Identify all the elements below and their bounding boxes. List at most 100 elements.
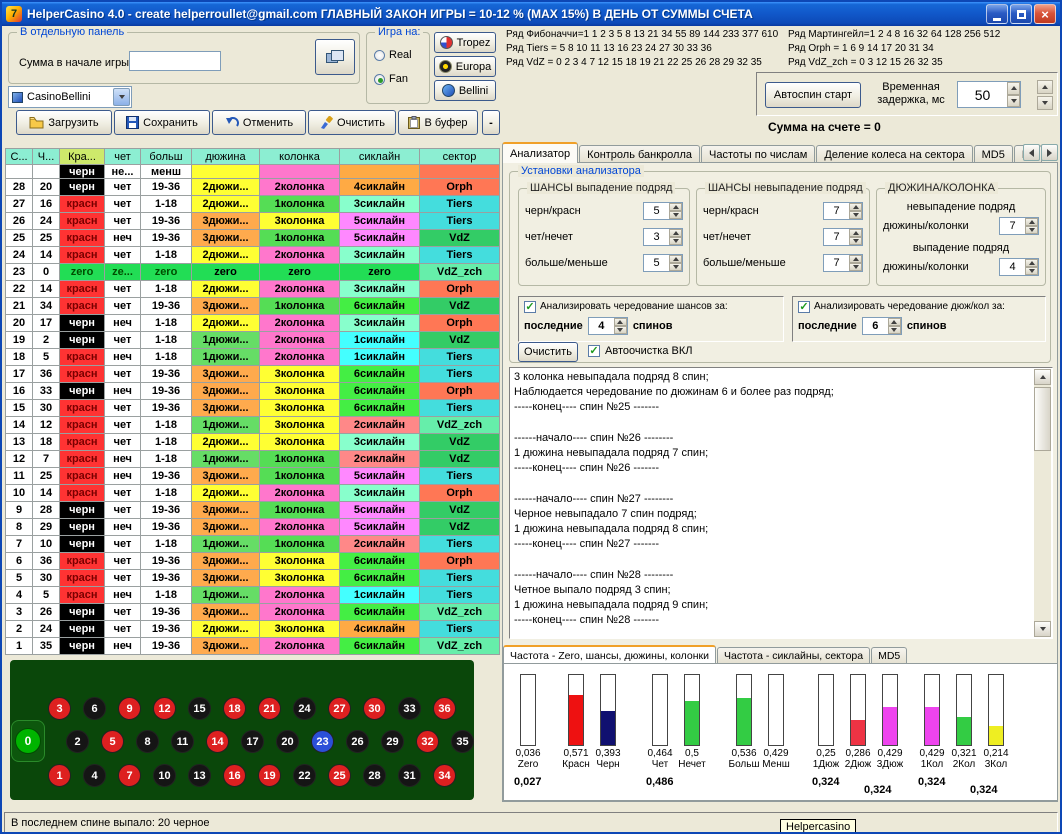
alt-chances-spin-edit[interactable]: 4: [588, 317, 628, 335]
alt-dozens-checkbox[interactable]: [798, 301, 810, 313]
board-number[interactable]: 14: [206, 730, 229, 753]
tab-number-frequencies[interactable]: Частоты по числам: [701, 145, 815, 163]
spin-down-button[interactable]: [1007, 95, 1020, 108]
minimize-button[interactable]: [986, 4, 1008, 24]
board-number[interactable]: 6: [83, 697, 106, 720]
board-number[interactable]: 2: [66, 730, 89, 753]
radio-fan[interactable]: Fan: [374, 73, 408, 85]
autospin-start-button[interactable]: Автоспин старт: [765, 82, 861, 108]
casino-combobox[interactable]: CasinoBellini: [8, 86, 132, 108]
board-number[interactable]: 18: [223, 697, 246, 720]
spin-edit[interactable]: 7: [823, 254, 863, 272]
board-number[interactable]: 20: [276, 730, 299, 753]
spin-edit[interactable]: 7: [999, 217, 1039, 235]
spin-down-button[interactable]: [1025, 267, 1038, 275]
scrollbar-thumb[interactable]: [1034, 387, 1051, 451]
spin-up-button[interactable]: [669, 203, 682, 211]
table-row[interactable]: 829черннеч19-363дюжи...2колонка5сиклайнV…: [6, 519, 500, 536]
save-button[interactable]: Сохранить: [114, 110, 210, 135]
collapse-button[interactable]: -: [482, 110, 500, 135]
spin-up-button[interactable]: [669, 229, 682, 237]
casino-button-tropez[interactable]: Tropez: [434, 32, 496, 53]
combo-dropdown-button[interactable]: [113, 88, 130, 106]
alt-dozens-spin-edit[interactable]: 6: [862, 317, 902, 335]
table-row[interactable]: 2716краснчет1-182дюжи...1колонка3сиклайн…: [6, 196, 500, 213]
log-clear-button[interactable]: Очистить: [518, 342, 578, 362]
spin-up-button[interactable]: [1025, 259, 1038, 267]
board-number[interactable]: 10: [153, 764, 176, 787]
close-button[interactable]: ×: [1034, 4, 1056, 24]
table-row[interactable]: 185красннеч1-181дюжи...2колонка1сиклайнT…: [6, 349, 500, 366]
spin-up-button[interactable]: [849, 255, 862, 263]
spin-up-button[interactable]: [1025, 218, 1038, 226]
tab-frequency-sectors[interactable]: Частота - сиклайны, сектора: [717, 647, 870, 664]
panel-spin-up-button[interactable]: [1037, 80, 1053, 94]
board-number[interactable]: 9: [118, 697, 141, 720]
board-number[interactable]: 28: [363, 764, 386, 787]
board-number[interactable]: 25: [328, 764, 351, 787]
board-number[interactable]: 5: [101, 730, 124, 753]
delay-input[interactable]: 50: [957, 81, 1021, 108]
undo-button[interactable]: Отменить: [212, 110, 306, 135]
board-number[interactable]: 36: [433, 697, 456, 720]
delay-spinner[interactable]: [1007, 82, 1020, 107]
spin-down-button[interactable]: [888, 326, 901, 334]
board-number[interactable]: 34: [433, 764, 456, 787]
spin-down-button[interactable]: [669, 211, 682, 219]
table-row[interactable]: 1318краснчет1-182дюжи...3колонка3сиклайн…: [6, 434, 500, 451]
spin-edit[interactable]: 7: [823, 202, 863, 220]
table-row[interactable]: 710чернчет1-181дюжи...1колонка2сиклайнTi…: [6, 536, 500, 553]
board-number[interactable]: 23: [311, 730, 334, 753]
spin-down-button[interactable]: [669, 237, 682, 245]
table-row[interactable]: 2820чернчет19-362дюжи...2колонка4сиклайн…: [6, 179, 500, 196]
board-number[interactable]: 30: [363, 697, 386, 720]
radio-fan-icon[interactable]: [374, 74, 385, 85]
board-number[interactable]: 32: [416, 730, 439, 753]
detach-panel-button[interactable]: [315, 39, 355, 75]
log-scrollbar[interactable]: [1034, 369, 1051, 637]
board-number[interactable]: 31: [398, 764, 421, 787]
table-row[interactable]: 530краснчет19-363дюжи...3колонка6сиклайн…: [6, 570, 500, 587]
maximize-button[interactable]: [1010, 4, 1032, 24]
tab-bankroll[interactable]: Контроль банкролла: [579, 145, 700, 163]
tab-frequency-main[interactable]: Частота - Zero, шансы, дюжины, колонки: [503, 645, 716, 664]
table-row[interactable]: 1125красннеч19-363дюжи...1колонка5сиклай…: [6, 468, 500, 485]
casino-button-bellini[interactable]: Bellini: [434, 80, 496, 101]
table-row[interactable]: 326чернчет19-363дюжи...2колонка6сиклайнV…: [6, 604, 500, 621]
table-row[interactable]: 1412краснчет1-181дюжи...3колонка2сиклайн…: [6, 417, 500, 434]
spin-down-button[interactable]: [669, 263, 682, 271]
board-number[interactable]: 22: [293, 764, 316, 787]
tab-analyzer[interactable]: Анализатор: [502, 142, 578, 163]
load-button[interactable]: Загрузить: [16, 110, 112, 135]
spin-edit[interactable]: 5: [643, 254, 683, 272]
board-number[interactable]: 24: [293, 697, 316, 720]
board-number[interactable]: 15: [188, 697, 211, 720]
table-row[interactable]: 2525красннеч19-363дюжи...1колонка5сиклай…: [6, 230, 500, 247]
board-number[interactable]: 35: [451, 730, 474, 753]
scroll-up-button[interactable]: [1034, 369, 1051, 385]
spin-down-button[interactable]: [849, 237, 862, 245]
board-number[interactable]: 7: [118, 764, 141, 787]
table-row[interactable]: 1736краснчет19-363дюжи...3колонка6сиклай…: [6, 366, 500, 383]
table-row[interactable]: 127красннеч1-181дюжи...1колонка2сиклайнV…: [6, 451, 500, 468]
radio-real-icon[interactable]: [374, 50, 385, 61]
table-row[interactable]: 2214краснчет1-182дюжи...2колонка3сиклайн…: [6, 281, 500, 298]
spin-edit[interactable]: 5: [643, 202, 683, 220]
spin-edit[interactable]: 7: [823, 228, 863, 246]
spin-down-button[interactable]: [1025, 226, 1038, 234]
table-row[interactable]: 2017черннеч1-182дюжи...2колонка3сиклайнO…: [6, 315, 500, 332]
spin-up-button[interactable]: [1007, 82, 1020, 95]
board-zero[interactable]: 0: [15, 728, 41, 754]
board-number[interactable]: 26: [346, 730, 369, 753]
tabs-scroll-left-button[interactable]: [1023, 144, 1040, 161]
tabs-scroll-right-button[interactable]: [1041, 144, 1058, 161]
board-number[interactable]: 19: [258, 764, 281, 787]
to-buffer-button[interactable]: В буфер: [398, 110, 478, 135]
table-row[interactable]: 45красннеч1-181дюжи...2колонка1сиклайнTi…: [6, 587, 500, 604]
tab-wheel-sectors[interactable]: Деление колеса на сектора: [816, 145, 972, 163]
spin-down-button[interactable]: [849, 211, 862, 219]
board-number[interactable]: 17: [241, 730, 264, 753]
table-row[interactable]: 1530краснчет19-363дюжи...3колонка6сиклай…: [6, 400, 500, 417]
board-number[interactable]: 29: [381, 730, 404, 753]
spin-down-button[interactable]: [849, 263, 862, 271]
